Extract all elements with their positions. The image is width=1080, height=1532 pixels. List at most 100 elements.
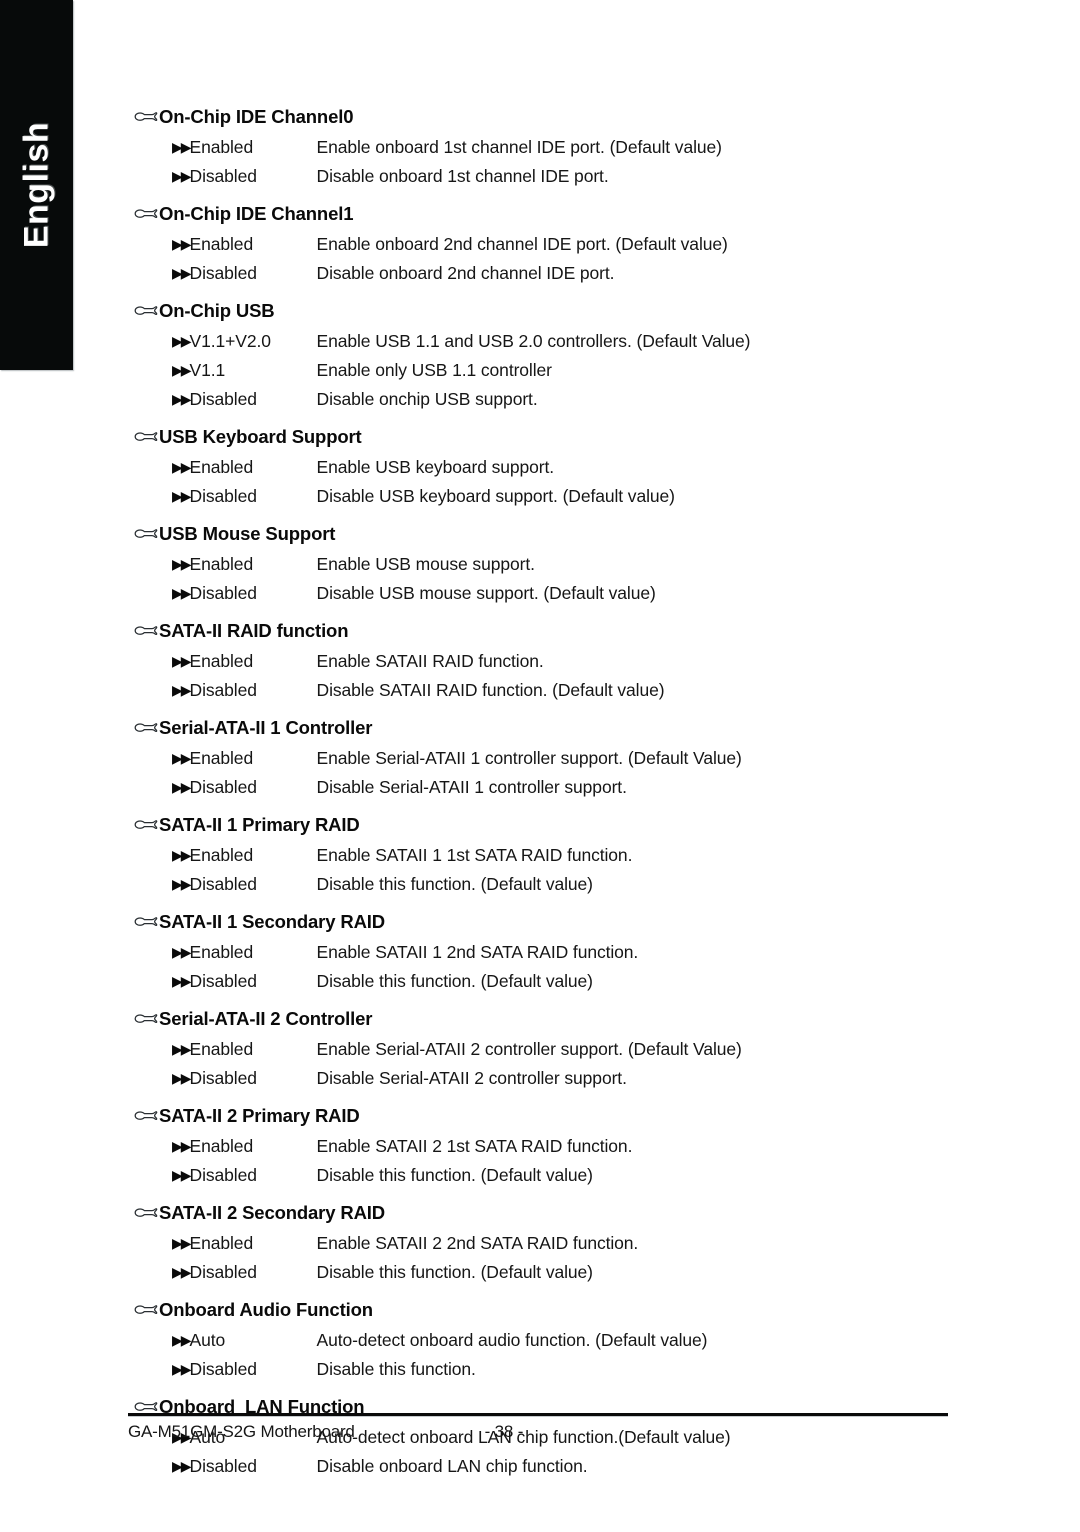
setting-section: On-Chip USB ▶▶ V1.1+V2.0 Enable USB 1.1 and… bbox=[0, 298, 1080, 424]
pointing-hand-icon bbox=[133, 109, 159, 125]
setting-title: SATA-II 1 Secondary RAID bbox=[159, 911, 385, 932]
option-label: Enabled bbox=[189, 748, 254, 768]
option-description: Enable only USB 1.1 controller bbox=[316, 360, 552, 380]
setting-title: Onboard Audio Function bbox=[159, 1299, 373, 1320]
option-label: Disabled bbox=[189, 971, 257, 991]
setting-section: SATA-II RAID function ▶▶ Enabled Enable SAT… bbox=[0, 618, 1080, 715]
pointing-hand-icon bbox=[133, 623, 159, 639]
option-label: Enabled bbox=[189, 457, 254, 477]
setting-title: Serial-ATA-II 1 Controller bbox=[159, 717, 373, 738]
double-triangle-icon: ▶▶ bbox=[172, 265, 191, 281]
option-label: Enabled bbox=[189, 1233, 254, 1253]
option-label: Disabled bbox=[189, 1068, 257, 1088]
setting-heading: USB Mouse Support bbox=[133, 521, 1080, 553]
double-triangle-icon: ▶▶ bbox=[172, 653, 191, 669]
setting-section: Serial-ATA-II 2 Controller ▶▶ Enabled Enabl… bbox=[0, 1006, 1080, 1103]
double-triangle-icon: ▶▶ bbox=[172, 847, 191, 863]
setting-section: On-Chip IDE Channel0 ▶▶ Enabled Enable onbo… bbox=[0, 104, 1080, 201]
option-label: Enabled bbox=[189, 554, 254, 574]
setting-title: SATA-II RAID function bbox=[159, 620, 349, 641]
option-row: ▶▶ Enabled Enable SATAII 1 2nd SATA RAID f… bbox=[172, 941, 1080, 970]
option-description: Auto-detect onboard audio function. (Def… bbox=[316, 1330, 708, 1350]
option-description: Enable SATAII 1 1st SATA RAID function. bbox=[316, 845, 633, 865]
option-description: Disable this function. (Default value) bbox=[316, 874, 593, 894]
option-row: ▶▶ Enabled Enable SATAII 2 2nd SATA RAID f… bbox=[172, 1232, 1080, 1261]
option-label: V1.1 bbox=[189, 360, 226, 380]
setting-section: Onboard LAN Function ▶▶ Auto Auto-detect on… bbox=[0, 1394, 1080, 1491]
option-label: Disabled bbox=[189, 1359, 257, 1379]
option-label: Disabled bbox=[189, 874, 257, 894]
setting-section: USB Mouse Support ▶▶ Enabled Enable USB mou… bbox=[0, 521, 1080, 618]
option-description: Enable USB mouse support. bbox=[316, 554, 535, 574]
option-row: ▶▶ Disabled Disable this function. (Defaul… bbox=[172, 970, 1080, 999]
setting-section: On-Chip IDE Channel1 ▶▶ Enabled Enable onbo… bbox=[0, 201, 1080, 298]
option-row: ▶▶ Disabled Disable SATAII RAID function. … bbox=[172, 679, 1080, 708]
double-triangle-icon: ▶▶ bbox=[172, 236, 191, 252]
option-row: ▶▶ Enabled Enable SATAII 1 1st SATA RAID f… bbox=[172, 844, 1080, 873]
option-row: ▶▶ V1.1+V2.0 Enable USB 1.1 and USB 2.0 co… bbox=[172, 330, 1080, 359]
footer-line: GA-M51GM-S2G Motherboard - 38 - bbox=[128, 1422, 948, 1442]
option-row: ▶▶ Disabled Disable onboard 1st channel ID… bbox=[172, 165, 1080, 194]
pointing-hand-icon bbox=[133, 1302, 159, 1318]
pointing-hand-icon bbox=[133, 429, 159, 445]
setting-heading: SATA-II 1 Primary RAID bbox=[133, 812, 1080, 844]
option-row: ▶▶ Enabled Enable SATAII 2 1st SATA RAID f… bbox=[172, 1135, 1080, 1164]
option-description: Disable Serial-ATAII 2 controller suppor… bbox=[316, 1068, 627, 1088]
footer-page-number: - 38 - bbox=[484, 1422, 524, 1441]
option-row: ▶▶ Enabled Enable onboard 1st channel IDE … bbox=[172, 136, 1080, 165]
option-row: ▶▶ Enabled Enable USB mouse support. bbox=[172, 553, 1080, 582]
double-triangle-icon: ▶▶ bbox=[172, 1235, 191, 1251]
pointing-hand-icon bbox=[133, 817, 159, 833]
double-triangle-icon: ▶▶ bbox=[172, 1138, 191, 1154]
option-row: ▶▶ Disabled Disable this function. (Defaul… bbox=[172, 873, 1080, 902]
option-row: ▶▶ Disabled Disable onboard 2nd channel ID… bbox=[172, 262, 1080, 291]
footer-document-title: GA-M51GM-S2G Motherboard bbox=[128, 1422, 355, 1441]
setting-title: SATA-II 2 Secondary RAID bbox=[159, 1202, 385, 1223]
option-description: Disable SATAII RAID function. (Default v… bbox=[316, 680, 665, 700]
double-triangle-icon: ▶▶ bbox=[172, 779, 191, 795]
pointing-hand-icon bbox=[133, 914, 159, 930]
option-description: Disable this function. (Default value) bbox=[316, 1262, 593, 1282]
double-triangle-icon: ▶▶ bbox=[172, 1041, 191, 1057]
option-label: Disabled bbox=[189, 777, 257, 797]
option-row: ▶▶ Disabled Disable USB mouse support. (De… bbox=[172, 582, 1080, 611]
option-label: Disabled bbox=[189, 486, 257, 506]
option-description: Disable this function. (Default value) bbox=[316, 1165, 593, 1185]
double-triangle-icon: ▶▶ bbox=[172, 585, 191, 601]
option-description: Enable onboard 2nd channel IDE port. (De… bbox=[316, 234, 728, 254]
double-triangle-icon: ▶▶ bbox=[172, 682, 191, 698]
setting-section: SATA-II 1 Secondary RAID ▶▶ Enabled Enable … bbox=[0, 909, 1080, 1006]
option-label: Disabled bbox=[189, 389, 257, 409]
double-triangle-icon: ▶▶ bbox=[172, 876, 191, 892]
double-triangle-icon: ▶▶ bbox=[172, 459, 191, 475]
option-label: Disabled bbox=[189, 1165, 257, 1185]
pointing-hand-icon bbox=[133, 303, 159, 319]
option-label: Enabled bbox=[189, 234, 254, 254]
option-row: ▶▶ Disabled Disable onboard LAN chip funct… bbox=[172, 1455, 1080, 1484]
option-label: V1.1+V2.0 bbox=[189, 331, 271, 351]
footer-divider bbox=[128, 1413, 948, 1416]
option-row: ▶▶ Disabled Disable Serial-ATAII 1 control… bbox=[172, 776, 1080, 805]
option-description: Enable SATAII 1 2nd SATA RAID function. bbox=[316, 942, 639, 962]
setting-heading: Serial-ATA-II 2 Controller bbox=[133, 1006, 1080, 1038]
option-label: Disabled bbox=[189, 1262, 257, 1282]
option-description: Disable onchip USB support. bbox=[316, 389, 538, 409]
option-row: ▶▶ Enabled Enable USB keyboard support. bbox=[172, 456, 1080, 485]
double-triangle-icon: ▶▶ bbox=[172, 362, 191, 378]
setting-heading: Onboard Audio Function bbox=[133, 1297, 1080, 1329]
pointing-hand-icon bbox=[133, 206, 159, 222]
option-row: ▶▶ Disabled Disable this function. (Defaul… bbox=[172, 1261, 1080, 1290]
double-triangle-icon: ▶▶ bbox=[172, 1361, 191, 1377]
setting-section: Serial-ATA-II 1 Controller ▶▶ Enabled Enabl… bbox=[0, 715, 1080, 812]
double-triangle-icon: ▶▶ bbox=[172, 139, 191, 155]
double-triangle-icon: ▶▶ bbox=[172, 333, 191, 349]
setting-heading: SATA-II 2 Secondary RAID bbox=[133, 1200, 1080, 1232]
